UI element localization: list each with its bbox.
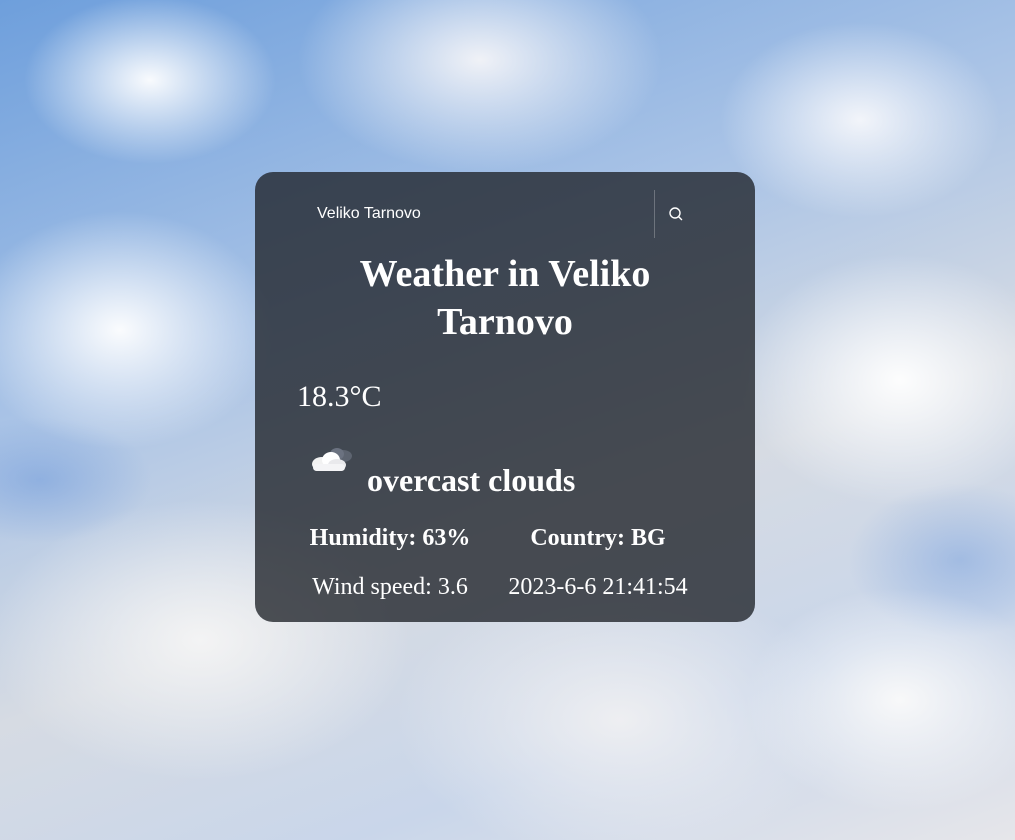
cloud-icon: [312, 448, 352, 471]
country: Country: BG: [530, 525, 666, 551]
date-time: 2023-6-6 21:41:54: [508, 574, 688, 600]
description-row: overcast clouds: [297, 445, 713, 515]
weather-description: overcast clouds: [367, 462, 576, 498]
temperature: 18.3°C: [297, 380, 382, 413]
humidity: Humidity: 63%: [309, 525, 471, 551]
weather-card: Weather in Veliko Tarnovo 18.3°C overcas…: [255, 172, 755, 622]
city-title: Weather in Veliko Tarnovo: [359, 253, 651, 343]
wind-speed: Wind speed: 3.6: [312, 574, 468, 600]
search-bar: [297, 190, 713, 238]
search-input[interactable]: [297, 191, 654, 237]
search-button[interactable]: [655, 191, 697, 237]
stats-grid: Humidity: 63% Country: BG Wind speed: 3.…: [297, 523, 713, 621]
search-icon: [669, 207, 683, 221]
